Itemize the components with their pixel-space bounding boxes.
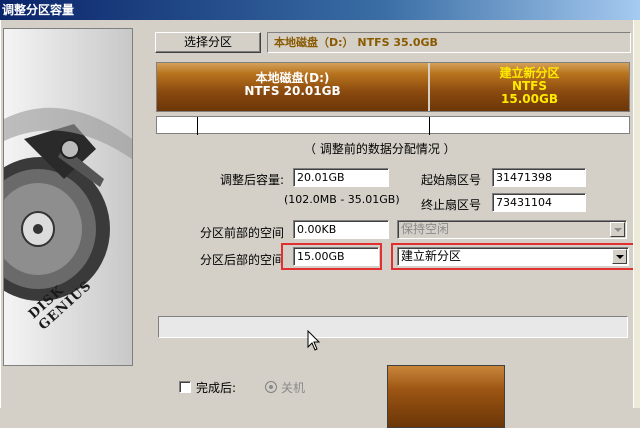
partition-size: 15.00GB (501, 92, 558, 106)
before-space-option: 保持空闲 (401, 222, 450, 236)
ruler-tick (429, 117, 430, 135)
shutdown-radio[interactable] (265, 381, 277, 393)
end-sector-input[interactable]: 73431104 (492, 193, 586, 212)
after-space-label: 分区后部的空间 (200, 253, 285, 267)
before-space-label: 分区前部的空间 (200, 226, 285, 240)
dialog-body: DISK GENIUS 选择分区 本地磁盘（D:） NTFS 35.0GB 本地… (0, 20, 640, 428)
highlight-box-after-option (391, 243, 638, 270)
start-sector-input[interactable]: 31471398 (492, 168, 586, 187)
mouse-cursor-icon (307, 330, 321, 351)
window-frame-edge (633, 20, 640, 408)
before-space-select[interactable]: 保持空闲 (397, 220, 627, 239)
select-partition-button[interactable]: 选择分区 (155, 32, 261, 53)
partition-block-d[interactable]: 本地磁盘(D:) NTFS 20.01GB (157, 63, 429, 111)
start-sector-label: 起始扇区号 (421, 173, 482, 187)
new-size-label: 调整后容量: (220, 173, 285, 187)
ruler-tick (197, 117, 198, 135)
disk-genius-side-image: DISK GENIUS (3, 28, 133, 366)
hard-disk-illustration (4, 107, 132, 301)
new-size-input[interactable]: 20.01GB (293, 168, 389, 187)
complete-action-checkbox[interactable] (179, 381, 191, 393)
start-button[interactable] (387, 365, 505, 428)
partition-ruler (156, 116, 630, 135)
window-title: 调整分区容量 (0, 0, 640, 20)
partition-block-new[interactable]: 建立新分区 NTFS 15.00GB (430, 63, 629, 111)
section-title: （ 调整前的数据分配情况 ） (304, 142, 456, 156)
size-range-hint: (102.0MB - 35.01GB) (284, 193, 400, 206)
partition-bar: 本地磁盘(D:) NTFS 20.01GB 建立新分区 NTFS 15.00GB (156, 62, 630, 112)
highlight-box-after-size (281, 243, 382, 270)
complete-action-label: 完成后: (196, 381, 237, 395)
shutdown-label: 关机 (281, 381, 306, 395)
progress-bar (158, 316, 628, 338)
end-sector-label: 终止扇区号 (421, 198, 482, 212)
disk-info-label: 本地磁盘（D:） NTFS 35.0GB (267, 32, 631, 53)
chevron-down-icon[interactable] (610, 222, 625, 237)
partition-size: NTFS 20.01GB (244, 84, 341, 98)
before-space-input[interactable]: 0.00KB (293, 220, 389, 239)
